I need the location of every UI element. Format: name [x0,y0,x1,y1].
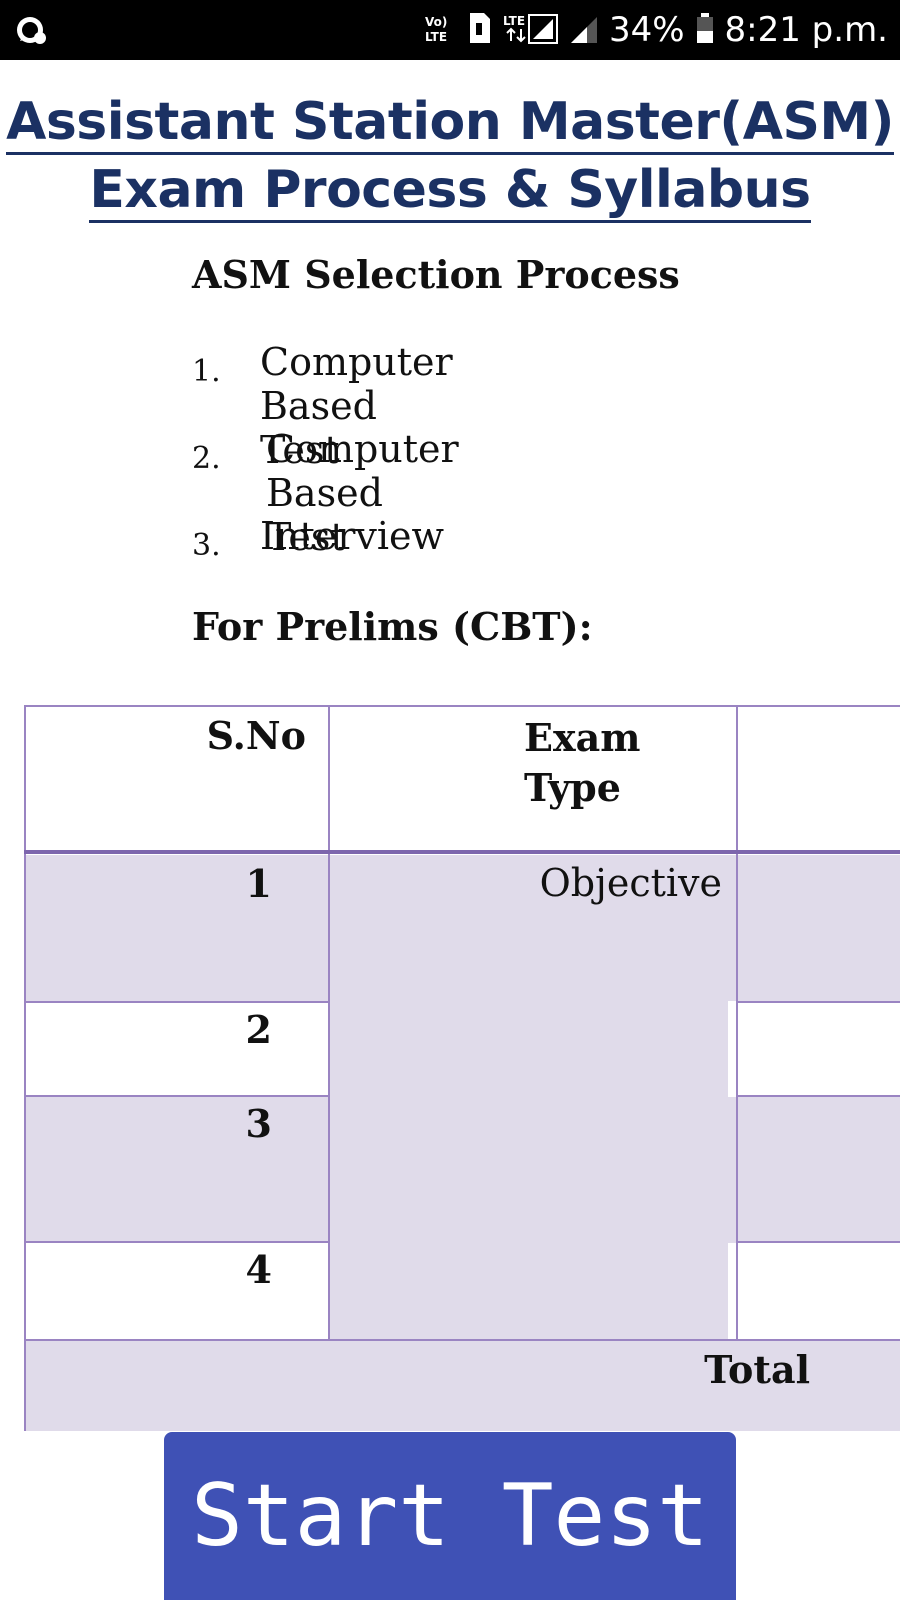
list-number: 1. [192,354,221,389]
signal-strength-icon [569,11,599,49]
table-cell-sno: 3 [245,1101,272,1146]
header-exam-type: Exam Type [524,715,641,810]
row-divider [736,1001,900,1003]
svg-text:LTE: LTE [503,14,525,28]
row-divider [24,1339,900,1341]
svg-text:LTE: LTE [425,30,447,44]
battery-icon [695,11,715,49]
list-label: Interview [260,514,445,558]
column-divider [736,705,738,1341]
row-divider [24,1095,328,1097]
table-cell-exam-type: Objective [539,861,722,905]
row-divider [736,1241,900,1243]
table-cell-sno: 4 [245,1247,272,1292]
table-cell-sno: 2 [245,1007,272,1052]
total-label: Total [704,1347,810,1392]
sim-card-icon [467,11,493,49]
status-bar: Vo) LTE LTE 34% 8:21 p.m. [0,0,900,60]
row-shade-1 [26,855,330,1001]
volte-icon: Vo) LTE [423,11,457,49]
svg-text:Vo): Vo) [425,15,447,29]
title-line-2: Exam Process & Syllabus [89,160,811,223]
table-border-top [24,705,900,707]
exam-type-merged-cell [330,855,728,1340]
row-shade-3-right [728,1097,900,1243]
header-divider [24,850,900,854]
table-border-left [24,705,26,1431]
clock: 8:21 p.m. [724,10,888,50]
prelims-table: S.No Exam Type 1 2 3 4 Objective Total [24,705,900,1431]
list-number: 2. [192,441,221,476]
page-title: Assistant Station Master(ASM) Exam Proce… [0,88,900,224]
lte-signal-icon: LTE [503,11,559,49]
whatsapp-icon [17,17,46,44]
title-line-1: Assistant Station Master(ASM) [6,92,894,155]
battery-percent: 34% [608,10,685,50]
row-shade-1-right [728,855,900,1001]
row-divider [24,1001,328,1003]
list-number: 3. [192,528,221,563]
table-cell-sno: 1 [245,861,272,906]
start-test-button[interactable]: Start Test [164,1432,736,1600]
row-shade-3 [26,1097,330,1243]
selection-process-heading: ASM Selection Process [192,252,680,297]
prelims-heading: For Prelims (CBT): [192,604,593,649]
header-sno: S.No [206,713,306,758]
row-divider [736,1095,900,1097]
row-divider [24,1241,328,1243]
column-divider [328,705,330,1341]
